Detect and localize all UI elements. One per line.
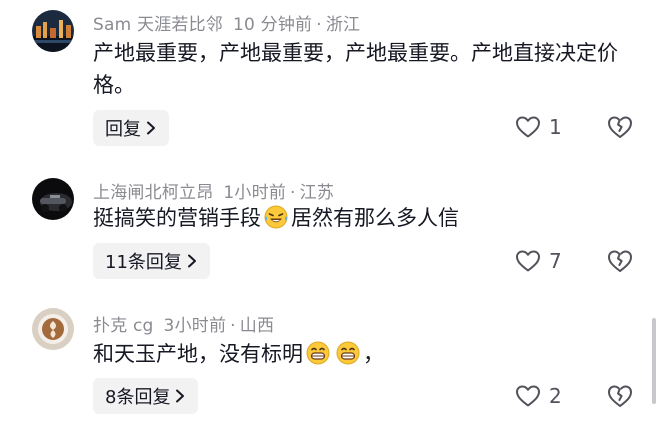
dislike-button[interactable] [607, 383, 633, 413]
chevron-right-icon [147, 121, 155, 135]
avatar[interactable] [32, 10, 74, 52]
chevron-right-icon [176, 389, 185, 403]
like-count: 2 [549, 384, 562, 408]
comment-text: 和天玉产地，没有标明 ， [93, 338, 633, 370]
separator-dot: · [290, 183, 296, 203]
scrollbar[interactable] [652, 318, 656, 404]
comment-time: 3小时前 [163, 316, 227, 336]
grinning-emoji-icon [336, 341, 360, 365]
author-name[interactable]: 扑克 cg [93, 316, 154, 336]
comment-time: 1小时前 [223, 183, 287, 203]
chevron-right-icon [187, 254, 196, 268]
grinning-emoji-icon [306, 341, 330, 365]
dislike-button[interactable] [607, 114, 633, 144]
reply-button[interactable]: 回复 [93, 110, 169, 146]
broken-heart-icon [608, 116, 632, 138]
comment-item: Sam 天涯若比邻 10 分钟前 · 浙江 产地最重要，产地最重要，产地最重要。产地直… [0, 0, 660, 158]
dislike-button[interactable] [607, 248, 633, 278]
comment-location: 浙江 [325, 15, 361, 35]
comment-text: 产地最重要，产地最重要，产地最重要。产地直接决定价格。 [93, 41, 618, 97]
comment-text: 挺搞笑的营销手段 居然有那么多人信 [93, 202, 633, 234]
avatar[interactable] [32, 178, 74, 220]
comment-text-part: 挺搞笑的营销手段 [93, 206, 261, 230]
comment-text-part: 和天玉产地，没有标明 [93, 342, 303, 366]
broken-heart-icon [608, 250, 632, 272]
comment-location: 江苏 [299, 183, 335, 203]
comment-location: 山西 [239, 316, 275, 336]
comment-text-part: 居然有那么多人信 [291, 206, 459, 230]
reply-label: 回复 [105, 119, 141, 140]
comment-time: 10 分钟前 [232, 15, 313, 35]
separator-dot: · [230, 316, 236, 336]
comment-item: 上海闸北柯立昂 1小时前 · 江苏 挺搞笑的营销手段 居然有那么多人信 11条回复 7 [0, 162, 660, 292]
comment-item: 扑克 cg 3小时前 · 山西 和天玉产地，没有标明 ， 8条回复 2 [0, 300, 660, 421]
like-button[interactable]: 7 [515, 249, 562, 273]
comment-meta: Sam 天涯若比邻 10 分钟前 · 浙江 [93, 10, 360, 35]
broken-heart-icon [608, 385, 632, 407]
comment-meta: 上海闸北柯立昂 1小时前 · 江苏 [93, 178, 334, 203]
heart-icon [516, 116, 540, 138]
like-count: 7 [549, 249, 562, 273]
comment-text-part: ， [363, 342, 384, 366]
heart-icon [516, 385, 540, 407]
reply-label: 11条回复 [105, 252, 182, 273]
view-replies-button[interactable]: 8条回复 [93, 378, 199, 414]
separator-dot: · [316, 15, 322, 35]
heart-icon [516, 250, 540, 272]
laughing-tears-emoji-icon [264, 205, 288, 229]
like-button[interactable]: 2 [515, 384, 562, 408]
like-button[interactable]: 1 [515, 115, 562, 139]
like-count: 1 [549, 115, 562, 139]
view-replies-button[interactable]: 11条回复 [93, 243, 210, 279]
author-name[interactable]: 上海闸北柯立昂 [93, 183, 213, 203]
avatar[interactable] [32, 308, 74, 350]
comment-meta: 扑克 cg 3小时前 · 山西 [93, 311, 274, 336]
author-name[interactable]: Sam 天涯若比邻 [93, 15, 223, 35]
reply-label: 8条回复 [105, 387, 171, 408]
